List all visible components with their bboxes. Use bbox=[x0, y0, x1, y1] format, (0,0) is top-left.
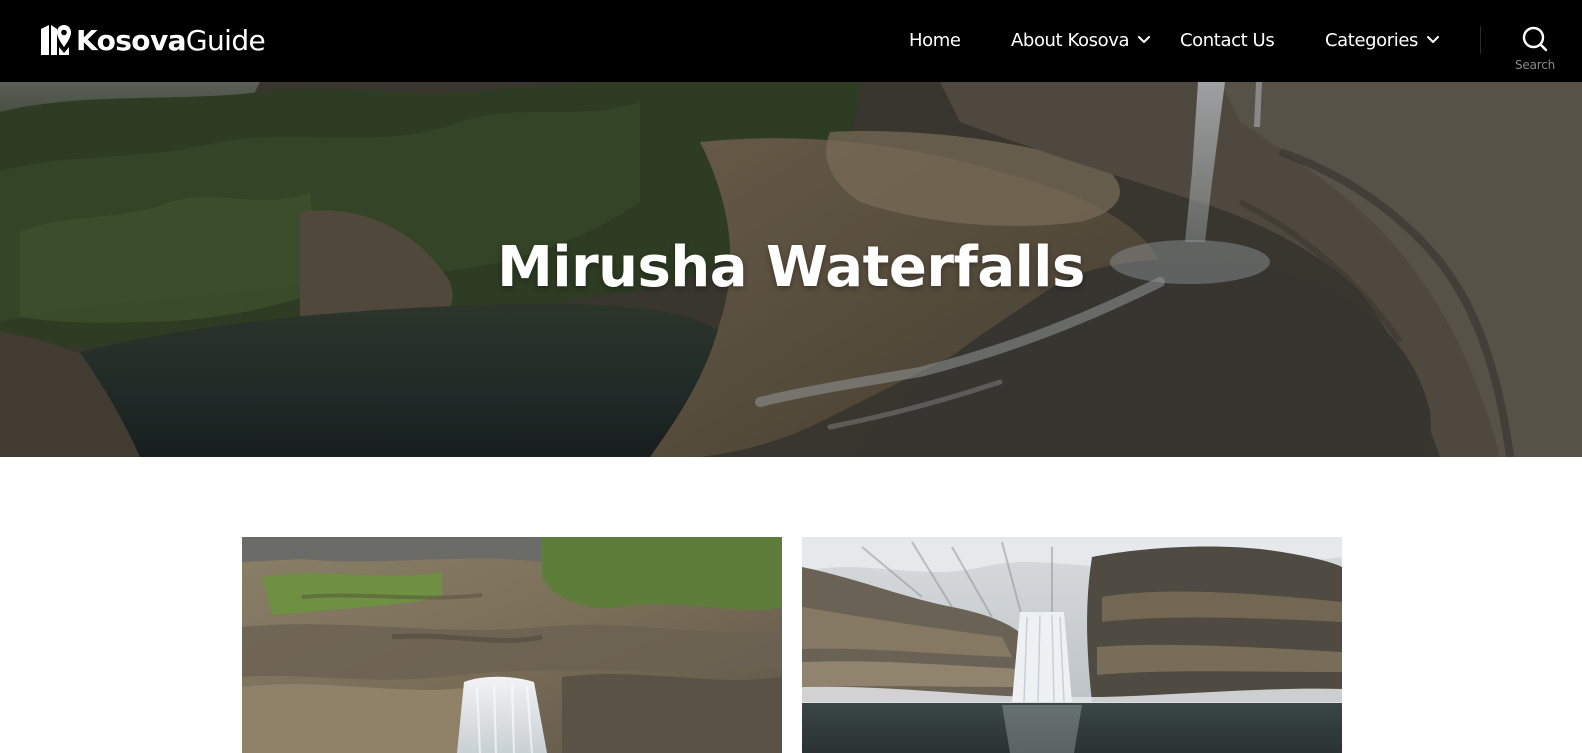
map-pin-logo-icon bbox=[41, 25, 71, 55]
hero-banner: Mirusha Waterfalls bbox=[0, 82, 1582, 457]
nav-item-contact-us[interactable]: Contact Us bbox=[1180, 28, 1275, 52]
winter-waterfall-photo bbox=[802, 537, 1342, 753]
nav-divider bbox=[1480, 26, 1481, 54]
waterfall-cliff-photo bbox=[242, 537, 782, 753]
search-label: Search bbox=[1514, 58, 1556, 72]
chevron-down-icon bbox=[1138, 36, 1151, 43]
gallery-image-2[interactable] bbox=[802, 537, 1342, 753]
nav-item-about-kosova[interactable]: About Kosova bbox=[1011, 28, 1151, 52]
site-logo[interactable]: Kosova Guide bbox=[40, 22, 266, 58]
site-header: Kosova Guide Home About Kosova Contact U… bbox=[0, 0, 1582, 82]
nav-item-categories[interactable]: Categories bbox=[1325, 28, 1440, 52]
nav-item-label: About Kosova bbox=[1011, 29, 1130, 51]
logo-text-bold: Kosova bbox=[76, 23, 186, 57]
nav-item-label: Contact Us bbox=[1180, 29, 1275, 51]
nav-item-home[interactable]: Home bbox=[909, 28, 961, 52]
search-toggle-button[interactable]: Search bbox=[1505, 25, 1565, 77]
logo-text-light: Guide bbox=[185, 23, 266, 57]
nav-item-label: Home bbox=[909, 29, 961, 51]
nav-item-label: Categories bbox=[1325, 29, 1419, 51]
search-icon bbox=[1522, 26, 1548, 52]
gallery-image-1[interactable] bbox=[242, 537, 782, 753]
chevron-down-icon bbox=[1427, 36, 1440, 43]
page-title: Mirusha Waterfalls bbox=[497, 235, 1085, 300]
